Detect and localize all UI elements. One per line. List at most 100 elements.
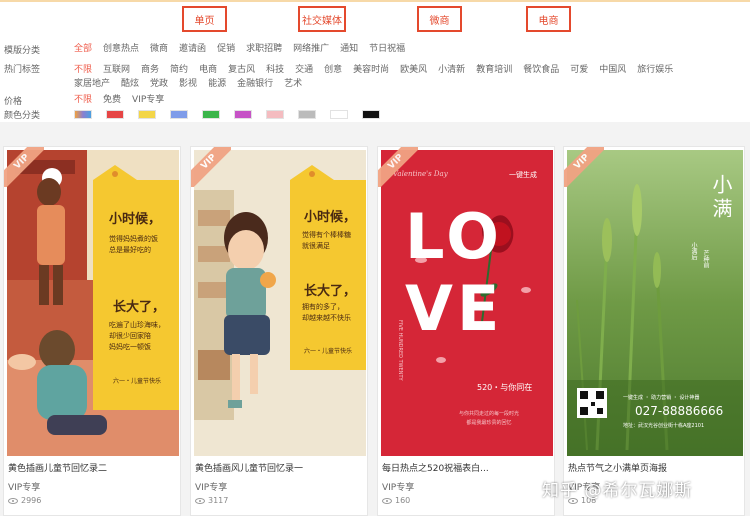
hot-tag-option[interactable]: 可爱 [570,63,588,77]
vip-badge: VIP [378,147,418,187]
hot-tag-option[interactable]: 不限 [74,63,92,77]
filter-row-template-category: 模版分类 全部 创意热点 微商 邀请函 促销 求职招聘 网络推广 通知 节日祝福 [4,42,416,56]
color-swatch[interactable] [234,109,252,119]
hot-tag-option[interactable]: 金融银行 [237,77,273,91]
poster-slogan: 一键生成 ・ 助力营销 ・ 设计神器 [623,395,700,401]
poster-phone: 027-88886666 [635,404,724,418]
template-category-option[interactable]: 促销 [217,42,235,56]
template-grid: VIP 小时候， 觉得妈妈煮的饭 总是最好吃的 长大了， 吃遍了山珍海味， 却很… [0,122,750,516]
poster-love-lo: LO [405,200,504,273]
price-option[interactable]: VIP专享 [132,93,164,107]
tab-ecommerce[interactable]: 电商 [526,6,571,32]
hot-tag-option[interactable]: 商务 [141,63,159,77]
color-swatch[interactable] [138,109,156,119]
poster-footer: 六一・儿童节快乐 [304,348,353,355]
template-category-option[interactable]: 节日祝福 [369,42,405,56]
vip-label: VIP专享 [195,483,228,493]
template-card[interactable]: VIP 小时候， 觉得有个棒棒糖 就很满足 长大了， 拥有的多了， 却越来越不快… [190,146,368,516]
poster-text: 觉得妈妈煮的饭 总是最好吃的 [109,235,158,254]
vip-badge: VIP [4,147,44,187]
hot-tag-option[interactable]: 酷炫 [121,77,139,91]
template-card[interactable]: VIP 小时候， 觉得妈妈煮的饭 总是最好吃的 长大了， 吃遍了山珍海味， 却很… [3,146,181,516]
template-category-option[interactable]: 邀请函 [179,42,206,56]
poster-headline: 长大了， [304,284,357,299]
poster-vertical-text: 芒种前 [702,250,709,268]
color-swatch[interactable] [74,109,92,119]
poster-headline: 小时候， [109,212,162,227]
hot-tag-option[interactable]: 党政 [150,77,168,91]
poster-address: 地址：武汉光谷创业街十栋A座2101 [623,423,705,429]
hot-tag-option[interactable]: 艺术 [284,77,302,91]
hot-tag-option[interactable]: 复古风 [228,63,255,77]
template-category-option[interactable]: 网络推广 [293,42,329,56]
filter-label: 价格 [4,96,23,107]
vip-label: VIP专享 [382,483,415,493]
eye-icon [382,497,392,504]
price-option[interactable]: 不限 [74,93,92,107]
poster-tag: 一键生成 [509,171,537,179]
poster-love-ve: VE [405,272,504,345]
hot-tag-option[interactable]: 餐饮食品 [523,63,559,77]
view-count: 2996 [8,496,41,505]
top-tab-bar: 单页 社交媒体 微商 电商 [0,0,750,38]
hot-tag-option[interactable]: 中国风 [599,63,626,77]
poster-text: 吃遍了山珍海味， 却很少回家陪 妈妈吃一顿饭 [109,321,165,351]
template-category-option[interactable]: 创意热点 [103,42,139,56]
poster-footer: 六一・儿童节快乐 [113,378,162,385]
view-count: 160 [382,496,410,505]
filter-label: 颜色分类 [4,110,41,121]
color-swatch[interactable] [106,109,124,119]
color-swatch[interactable] [170,109,188,119]
template-category-option[interactable]: 全部 [74,42,92,56]
hot-tag-option[interactable]: 旅行娱乐 [637,63,673,77]
hot-tag-option[interactable]: 欧美风 [400,63,427,77]
template-category-option[interactable]: 求职招聘 [246,42,282,56]
poster-subtitle: 520・与你同在 [477,383,533,392]
poster-side-text: FIVE HUNDRED TWENTY [397,320,403,381]
template-title[interactable]: 每日热点之520祝福表白... [382,461,489,474]
hot-tag-option[interactable]: 美容时尚 [353,63,389,77]
hot-tag-option[interactable]: 小清新 [438,63,465,77]
top-accent-strip [0,0,750,2]
template-title[interactable]: 热点节气之小满单页海报 [568,461,667,474]
hot-tag-option[interactable]: 教育培训 [476,63,512,77]
tab-single-page[interactable]: 单页 [182,6,227,32]
template-thumbnail[interactable]: Valentine's Day 一键生成 LO VE FIVE HUNDRED … [381,150,553,456]
eye-icon [8,497,18,504]
filter-row-price: 价格 不限 免费 VIP专享 [4,93,175,107]
hot-tag-option[interactable]: 科技 [266,63,284,77]
hot-tag-option[interactable]: 创意 [324,63,342,77]
color-swatch[interactable] [266,109,284,119]
poster-text: 觉得有个棒棒糖 就很满足 [302,231,351,250]
template-category-option[interactable]: 通知 [340,42,358,56]
color-swatch[interactable] [202,109,220,119]
view-count: 3117 [195,496,228,505]
template-category-option[interactable]: 微商 [150,42,168,56]
template-card[interactable]: VIP Valentine's Day 一键生成 LO VE FIVE HUND… [377,146,555,516]
color-swatch[interactable] [330,109,348,119]
price-option[interactable]: 免费 [103,93,121,107]
hot-tag-option[interactable]: 交通 [295,63,313,77]
hot-tag-option[interactable]: 影视 [179,77,197,91]
color-swatch[interactable] [362,109,380,119]
hot-tag-option[interactable]: 能源 [208,77,226,91]
hot-tag-option[interactable]: 电商 [199,63,217,77]
color-swatch[interactable] [298,109,316,119]
template-title[interactable]: 黄色插画儿童节回忆录二 [8,461,107,474]
template-thumbnail[interactable]: 小满 小满后 芒种前 一键生成 ・ 助力营销 ・ 设计神器 027-888866… [567,150,743,456]
template-title[interactable]: 黄色插画风儿童节回忆录一 [195,461,303,474]
template-thumbnail[interactable]: 小时候， 觉得妈妈煮的饭 总是最好吃的 长大了， 吃遍了山珍海味， 却很少回家陪… [7,150,179,456]
tab-social-media[interactable]: 社交媒体 [298,6,346,32]
vip-badge: VIP [191,147,231,187]
template-card[interactable]: VIP 小满 小满后 芒种前 一键生成 ・ 助力营销 ・ 设计神器 027-88… [563,146,745,516]
poster-big-title: 小满 [709,174,733,222]
poster-headline: 长大了， [113,300,166,315]
eye-icon [195,497,205,504]
poster-headline: 小时候， [304,210,357,225]
hot-tag-option[interactable]: 简约 [170,63,188,77]
zhihu-watermark: 知乎 @希尔瓦娜斯 [542,481,693,501]
template-thumbnail[interactable]: 小时候， 觉得有个棒棒糖 就很满足 长大了， 拥有的多了， 却越来越不快乐 六一… [194,150,366,456]
hot-tag-option[interactable]: 互联网 [103,63,130,77]
tab-wechat-business[interactable]: 微商 [417,6,462,32]
hot-tag-option[interactable]: 家居地产 [74,77,110,91]
